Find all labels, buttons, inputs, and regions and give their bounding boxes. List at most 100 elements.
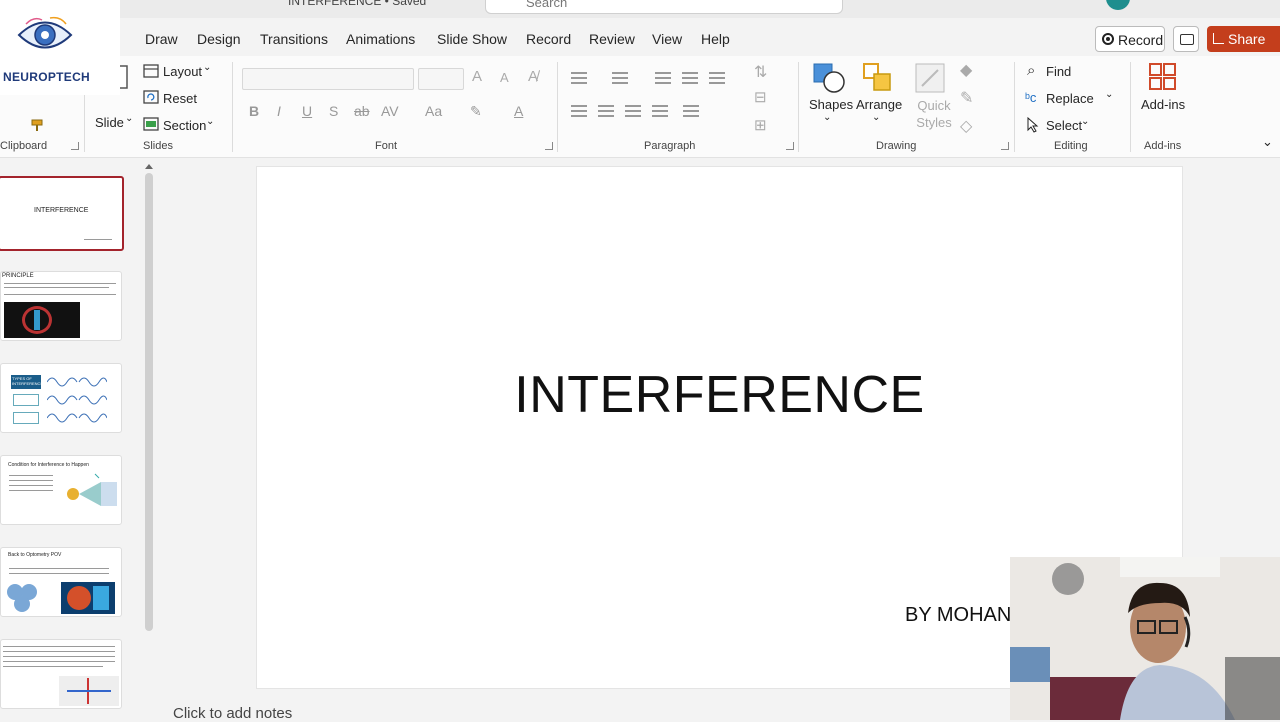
clipboard-launcher-icon[interactable] [71, 142, 79, 150]
add-ins-icon[interactable] [1148, 62, 1178, 92]
change-case-button[interactable]: Aa [425, 103, 442, 119]
strikethrough-button[interactable]: ab [354, 103, 370, 119]
align-text-icon[interactable]: ⊟ [754, 88, 767, 106]
drawing-launcher-icon[interactable] [1001, 142, 1009, 150]
chevron-down-icon: ⌄ [206, 116, 215, 127]
chevron-down-icon: ⌄ [1081, 116, 1090, 127]
find-icon: ⌕ [1027, 62, 1036, 79]
user-avatar[interactable] [1106, 0, 1130, 10]
tab-animations[interactable]: Animations [346, 31, 415, 47]
line-spacing-icon[interactable] [709, 72, 725, 84]
font-color-icon[interactable]: A [514, 103, 523, 119]
tab-draw[interactable]: Draw [145, 31, 178, 47]
tab-transitions[interactable]: Transitions [260, 31, 328, 47]
align-center-icon[interactable] [598, 105, 614, 117]
quick-styles-button[interactable]: Quick Styles [914, 97, 954, 131]
eye-logo-icon [17, 16, 73, 49]
wave-diagram-icon [47, 377, 107, 423]
thumbnail-image [59, 676, 119, 706]
slide-author[interactable]: BY MOHAN [905, 604, 1011, 627]
slide-thumbnail-3[interactable]: TYPES OF INTERFERENCE [0, 363, 122, 433]
slide-thumbnail-2[interactable]: PRINCIPLE [0, 271, 122, 341]
align-right-icon[interactable] [625, 105, 641, 117]
tab-design[interactable]: Design [197, 31, 241, 47]
font-group-label: Font [375, 140, 398, 152]
add-ins-button[interactable]: Add-ins [1141, 97, 1185, 112]
tab-slide-show[interactable]: Slide Show [437, 31, 507, 47]
slide-thumbnail-1[interactable]: INTERFERENCE [0, 176, 124, 251]
shapes-icon[interactable] [812, 62, 846, 94]
notes-pane[interactable]: Click to add notes [161, 698, 1061, 722]
slide-thumbnail-6[interactable] [0, 639, 122, 709]
collapse-ribbon-icon[interactable]: ⌄ [1262, 134, 1273, 150]
bold-button[interactable]: B [249, 103, 259, 119]
font-size-select[interactable] [418, 68, 464, 90]
chevron-down-icon[interactable]: ⌄ [125, 113, 133, 124]
shape-effects-icon[interactable]: ◇ [960, 116, 972, 136]
slide-thumbnail-pane: INTERFERENCE PRINCIPLE TYPES OF INTERFER… [0, 159, 160, 720]
grow-font-button[interactable]: A [472, 68, 482, 85]
thumbnail-title: Condition for Interference to Happen [8, 462, 89, 468]
find-button[interactable]: Find [1046, 64, 1071, 79]
decrease-indent-icon[interactable] [655, 72, 671, 84]
search-placeholder: Search [526, 0, 568, 10]
layout-button[interactable]: Layout [163, 64, 202, 79]
underline-button[interactable]: U [302, 103, 312, 119]
arrange-icon[interactable] [862, 62, 894, 94]
tab-view[interactable]: View [652, 31, 682, 47]
chevron-down-icon: ⌄ [1105, 89, 1114, 100]
highlight-icon[interactable]: ✎ [470, 103, 482, 120]
align-left-icon[interactable] [571, 105, 587, 117]
numbering-icon[interactable] [612, 72, 628, 84]
record-icon [1102, 33, 1114, 45]
new-slide-label[interactable]: Slide [95, 115, 124, 130]
chevron-down-icon: ⌄ [203, 62, 212, 73]
quick-styles-icon[interactable] [914, 62, 946, 94]
editing-group-label: Editing [1054, 140, 1088, 152]
arrange-button[interactable]: Arrange [856, 97, 902, 112]
clipboard-group-label: Clipboard [0, 140, 48, 152]
thumbnail-title: TYPES OF INTERFERENCE [12, 376, 44, 386]
chevron-down-icon: ⌄ [872, 112, 881, 123]
paragraph-group-label: Paragraph [644, 140, 696, 152]
font-family-select[interactable] [242, 68, 414, 90]
slide-title[interactable]: INTERFERENCE [257, 365, 1182, 425]
shape-fill-icon[interactable]: ◆ [960, 60, 972, 80]
share-button[interactable]: Share [1207, 26, 1280, 52]
title-bar: INTERFERENCE • Saved Search [0, 0, 1280, 18]
tab-help[interactable]: Help [701, 31, 730, 47]
paragraph-launcher-icon[interactable] [786, 142, 794, 150]
record-button-label: Record [1118, 32, 1164, 48]
text-direction-icon[interactable]: ⇅ [754, 62, 767, 82]
increase-indent-icon[interactable] [682, 72, 698, 84]
slide-thumbnail-5[interactable]: Back to Optometry POV [0, 547, 122, 617]
character-spacing-button[interactable]: AV [381, 103, 399, 119]
record-button[interactable]: Record [1095, 26, 1165, 52]
smartart-icon[interactable]: ⊞ [754, 116, 767, 134]
shapes-button[interactable]: Shapes [809, 97, 853, 112]
thumbnail-image [4, 302, 80, 338]
bullets-icon[interactable] [571, 72, 587, 84]
format-painter-icon[interactable] [30, 116, 48, 132]
search-input[interactable]: Search [485, 0, 843, 14]
add-ins-group-label: Add-ins [1144, 140, 1182, 152]
select-button[interactable]: Select [1046, 118, 1082, 133]
comments-button[interactable] [1173, 26, 1199, 52]
thumbnail-scrollbar[interactable] [145, 173, 153, 631]
section-button[interactable]: Section [163, 118, 206, 133]
thumbnail-title: PRINCIPLE [2, 273, 34, 279]
italic-button[interactable]: I [277, 103, 281, 119]
justify-icon[interactable] [652, 105, 668, 117]
font-launcher-icon[interactable] [545, 142, 553, 150]
replace-button[interactable]: Replace [1046, 91, 1094, 106]
slide-thumbnail-4[interactable]: Condition for Interference to Happen [0, 455, 122, 525]
tab-record[interactable]: Record [526, 31, 571, 47]
tab-review[interactable]: Review [589, 31, 635, 47]
scroll-up-icon[interactable] [145, 164, 153, 169]
reset-button[interactable]: Reset [163, 91, 197, 106]
shape-outline-icon[interactable]: ✎ [960, 88, 973, 108]
text-shadow-button[interactable]: S [329, 103, 338, 119]
clear-format-icon[interactable]: A̸ [528, 68, 538, 85]
columns-icon[interactable] [683, 105, 699, 117]
shrink-font-button[interactable]: A [500, 70, 509, 85]
